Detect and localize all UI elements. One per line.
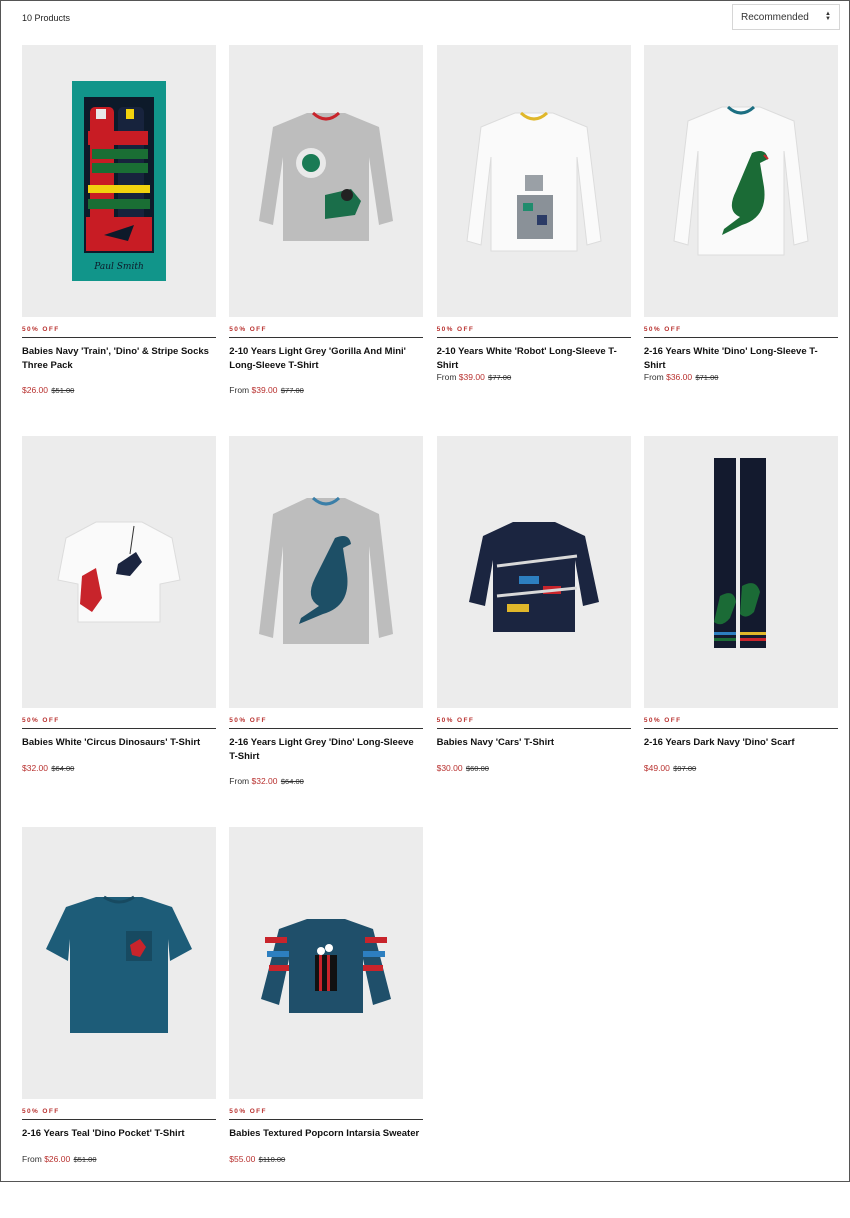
divider [22,1119,216,1120]
product-card[interactable]: 50% OFF 2-16 Years White 'Dino' Long-Sle… [643,45,838,436]
sale-price: $39.00 [458,372,485,382]
product-price: From $36.00 $71.00 [643,372,719,382]
product-card[interactable]: 50% OFF 2-16 Years Light Grey 'Dino' Lon… [229,436,424,827]
divider [229,728,424,729]
sale-price: $30.00 [436,763,463,773]
product-name[interactable]: 2-16 Years Light Grey 'Dino' Long-Sleeve… [229,736,423,766]
original-price: $77.00 [280,386,304,395]
product-card[interactable]: Paul Smith 50% OFF Babies Navy 'Train', … [22,45,216,436]
product-name[interactable]: Babies Textured Popcorn Intarsia Sweater [229,1127,423,1157]
original-price: $71.00 [695,373,719,382]
longsleeve-tshirt-icon [259,111,394,241]
divider [229,1119,424,1120]
sort-arrows-icon: ▲ ▼ [825,11,831,22]
discount-badge: 50% OFF [22,1108,60,1115]
discount-badge: 50% OFF [229,1108,267,1115]
divider [436,337,631,338]
product-name[interactable]: Babies Navy 'Cars' T-Shirt [437,736,631,766]
product-image[interactable] [643,436,838,708]
sale-price: $49.00 [643,763,670,773]
original-price: $64.00 [51,764,75,773]
product-card[interactable]: 50% OFF 2-10 Years White 'Robot' Long-Sl… [436,45,631,436]
divider [643,728,838,729]
socks-box-icon: Paul Smith [72,81,166,281]
sort-select[interactable]: Recommended ▲ ▼ [732,4,840,30]
divider [229,337,424,338]
page-frame: 10 Products Recommended ▲ ▼ Paul Smith 5… [0,0,850,1182]
discount-badge: 50% OFF [22,717,60,724]
product-card[interactable]: 50% OFF Babies White 'Circus Dinosaurs' … [22,436,216,827]
product-image[interactable] [229,827,424,1099]
product-price: From $39.00 $77.00 [229,385,304,395]
sale-price: $36.00 [666,372,693,382]
discount-badge: 50% OFF [22,326,60,333]
product-price: $55.00 $110.00 [229,1154,423,1164]
product-name[interactable]: 2-10 Years Light Grey 'Gorilla And Mini'… [229,345,423,375]
sweater-icon [261,919,392,1013]
discount-badge: 50% OFF [229,326,267,333]
longsleeve-tshirt-icon [259,496,394,644]
sale-price: $32.00 [22,763,48,773]
product-card[interactable]: 50% OFF 2-16 Years Dark Navy 'Dino' Scar… [643,436,838,827]
original-price: $77.00 [488,373,512,382]
product-price: From $39.00 $77.00 [436,372,512,382]
product-name[interactable]: Babies White 'Circus Dinosaurs' T-Shirt [22,736,216,766]
product-name[interactable]: 2-16 Years White 'Dino' Long-Sleeve T-Sh… [644,345,838,375]
svg-text:Paul Smith: Paul Smith [93,262,144,272]
product-price: $26.00 $51.00 [22,385,216,395]
divider [436,728,631,729]
original-price: $97.00 [673,764,697,773]
product-image[interactable] [229,436,424,708]
sale-price: $26.00 [22,385,48,395]
product-name[interactable]: 2-16 Years Teal 'Dino Pocket' T-Shirt [22,1127,216,1157]
discount-badge: 50% OFF [436,717,475,724]
product-price: From $32.00 $64.00 [229,776,304,786]
longsleeve-tshirt-icon [673,105,809,256]
divider [22,337,216,338]
product-card[interactable]: 50% OFF 2-10 Years Light Grey 'Gorilla A… [229,45,424,436]
product-price: $30.00 $60.00 [437,763,631,773]
product-name[interactable]: 2-10 Years White 'Robot' Long-Sleeve T-S… [437,345,631,375]
scarf-icon [713,458,766,648]
product-image[interactable]: Paul Smith [22,45,216,317]
product-price: From $26.00 $51.00 [22,1154,97,1164]
original-price: $64.00 [280,777,304,786]
original-price: $51.00 [51,386,75,395]
discount-badge: 50% OFF [643,326,682,333]
divider [22,728,216,729]
product-name[interactable]: Babies Navy 'Train', 'Dino' & Stripe Soc… [22,345,216,375]
tshirt-icon [46,895,192,1033]
sort-selected-value: Recommended [741,12,809,23]
tshirt-icon [57,521,181,623]
divider [643,337,838,338]
longsleeve-tshirt-icon [466,111,602,252]
product-image[interactable] [22,827,216,1099]
original-price: $51.00 [73,1155,97,1164]
original-price: $60.00 [465,764,489,773]
product-price: $32.00 $64.00 [22,763,216,773]
product-image[interactable] [22,436,216,708]
product-card[interactable]: 50% OFF 2-16 Years Teal 'Dino Pocket' T-… [22,827,216,1218]
product-price: $49.00 $97.00 [644,763,838,773]
listing-toolbar: 10 Products Recommended ▲ ▼ [22,4,840,30]
discount-badge: 50% OFF [436,326,475,333]
product-image[interactable] [436,436,631,708]
product-grid: Paul Smith 50% OFF Babies Navy 'Train', … [22,45,840,1218]
sale-price: $32.00 [251,776,278,786]
product-name[interactable]: 2-16 Years Dark Navy 'Dino' Scarf [644,736,838,766]
product-card[interactable]: 50% OFF Babies Navy 'Cars' T-Shirt $30.0… [436,436,631,827]
product-image[interactable] [436,45,631,317]
product-card[interactable]: 50% OFF Babies Textured Popcorn Intarsia… [229,827,424,1218]
discount-badge: 50% OFF [643,717,682,724]
product-image[interactable] [229,45,424,317]
original-price: $110.00 [258,1155,286,1164]
product-count: 10 Products [22,13,71,23]
sale-price: $55.00 [229,1154,256,1164]
sale-price: $39.00 [251,385,278,395]
product-image[interactable] [643,45,838,317]
longsleeve-tshirt-icon [468,522,599,632]
discount-badge: 50% OFF [229,717,267,724]
sale-price: $26.00 [44,1154,71,1164]
